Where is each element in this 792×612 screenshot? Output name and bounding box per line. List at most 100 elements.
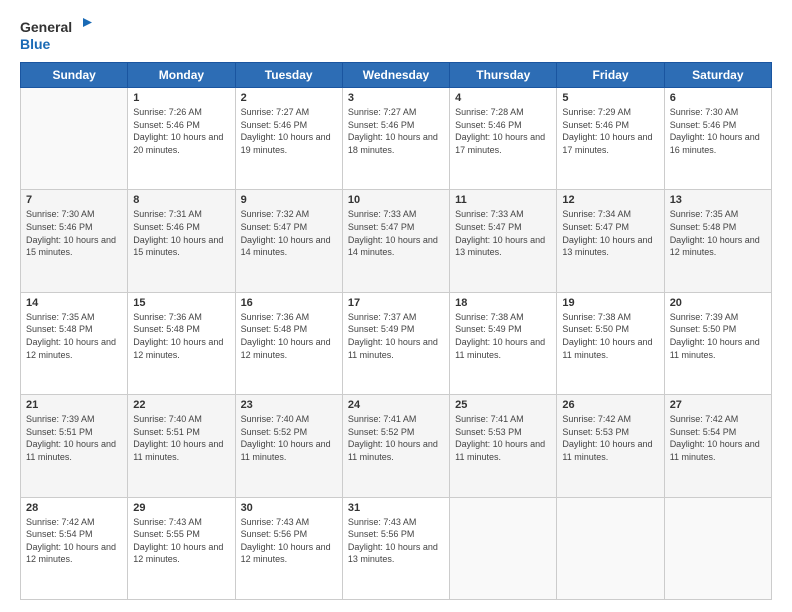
day-cell: 3 Sunrise: 7:27 AM Sunset: 5:46 PM Daylig… (342, 88, 449, 190)
day-number: 21 (26, 399, 122, 411)
day-info: Sunrise: 7:35 AM Sunset: 5:48 PM Dayligh… (670, 208, 766, 258)
day-info: Sunrise: 7:42 AM Sunset: 5:54 PM Dayligh… (26, 516, 122, 566)
day-cell: 15 Sunrise: 7:36 AM Sunset: 5:48 PM Dayli… (128, 292, 235, 394)
day-info: Sunrise: 7:29 AM Sunset: 5:46 PM Dayligh… (562, 106, 658, 156)
day-cell: 10 Sunrise: 7:33 AM Sunset: 5:47 PM Dayli… (342, 190, 449, 292)
page: General Blue SundayMondayTuesdayWednesda… (0, 0, 792, 612)
day-cell: 2Sunrise: 7:27 AM Sunset: 5:46 PM Daylig… (235, 88, 342, 190)
day-cell: 30 Sunrise: 7:43 AM Sunset: 5:56 PM Dayli… (235, 497, 342, 599)
day-number: 8 (133, 194, 229, 206)
day-number: 27 (670, 399, 766, 411)
day-number: 11 (455, 194, 551, 206)
day-info: Sunrise: 7:37 AM Sunset: 5:49 PM Dayligh… (348, 311, 444, 361)
day-info: Sunrise: 7:27 AM Sunset: 5:46 PM Dayligh… (241, 106, 337, 156)
logo-general: General (20, 19, 72, 35)
day-cell: 16 Sunrise: 7:36 AM Sunset: 5:48 PM Dayli… (235, 292, 342, 394)
day-info: Sunrise: 7:32 AM Sunset: 5:47 PM Dayligh… (241, 208, 337, 258)
day-cell: 26 Sunrise: 7:42 AM Sunset: 5:53 PM Dayli… (557, 395, 664, 497)
week-row-0: 1 Sunrise: 7:26 AM Sunset: 5:46 PM Daylig… (21, 88, 772, 190)
day-info: Sunrise: 7:34 AM Sunset: 5:47 PM Dayligh… (562, 208, 658, 258)
logo-graphic: General Blue (20, 18, 92, 52)
day-info: Sunrise: 7:40 AM Sunset: 5:52 PM Dayligh… (241, 413, 337, 463)
day-cell: 6 Sunrise: 7:30 AM Sunset: 5:46 PM Daylig… (664, 88, 771, 190)
day-number: 13 (670, 194, 766, 206)
day-info: Sunrise: 7:43 AM Sunset: 5:55 PM Dayligh… (133, 516, 229, 566)
day-number: 30 (241, 502, 337, 514)
day-cell: 24 Sunrise: 7:41 AM Sunset: 5:52 PM Dayli… (342, 395, 449, 497)
weekday-header-row: SundayMondayTuesdayWednesdayThursdayFrid… (21, 63, 772, 88)
day-cell: 31 Sunrise: 7:43 AM Sunset: 5:56 PM Dayli… (342, 497, 449, 599)
day-number: 4 (455, 92, 551, 104)
day-info: Sunrise: 7:35 AM Sunset: 5:48 PM Dayligh… (26, 311, 122, 361)
day-number: 3 (348, 92, 444, 104)
day-info: Sunrise: 7:42 AM Sunset: 5:53 PM Dayligh… (562, 413, 658, 463)
day-info: Sunrise: 7:43 AM Sunset: 5:56 PM Dayligh… (348, 516, 444, 566)
day-number: 19 (562, 297, 658, 309)
day-number: 1 (133, 92, 229, 104)
day-info: Sunrise: 7:30 AM Sunset: 5:46 PM Dayligh… (670, 106, 766, 156)
day-cell: 21Sunrise: 7:39 AM Sunset: 5:51 PM Dayli… (21, 395, 128, 497)
day-cell (21, 88, 128, 190)
day-number: 18 (455, 297, 551, 309)
day-info: Sunrise: 7:43 AM Sunset: 5:56 PM Dayligh… (241, 516, 337, 566)
day-number: 22 (133, 399, 229, 411)
logo-flag-icon (74, 18, 92, 36)
day-cell: 17 Sunrise: 7:37 AM Sunset: 5:49 PM Dayli… (342, 292, 449, 394)
week-row-2: 14 Sunrise: 7:35 AM Sunset: 5:48 PM Dayli… (21, 292, 772, 394)
day-cell: 20Sunrise: 7:39 AM Sunset: 5:50 PM Dayli… (664, 292, 771, 394)
day-cell: 22 Sunrise: 7:40 AM Sunset: 5:51 PM Dayli… (128, 395, 235, 497)
day-cell: 4 Sunrise: 7:28 AM Sunset: 5:46 PM Daylig… (450, 88, 557, 190)
day-cell: 28 Sunrise: 7:42 AM Sunset: 5:54 PM Dayli… (21, 497, 128, 599)
day-number: 23 (241, 399, 337, 411)
day-info: Sunrise: 7:41 AM Sunset: 5:53 PM Dayligh… (455, 413, 551, 463)
logo-blue: Blue (20, 36, 50, 52)
day-number: 20 (670, 297, 766, 309)
day-cell: 14 Sunrise: 7:35 AM Sunset: 5:48 PM Dayli… (21, 292, 128, 394)
day-number: 26 (562, 399, 658, 411)
weekday-header-wednesday: Wednesday (342, 63, 449, 88)
day-number: 29 (133, 502, 229, 514)
day-number: 15 (133, 297, 229, 309)
day-number: 6 (670, 92, 766, 104)
day-cell (450, 497, 557, 599)
day-cell: 9Sunrise: 7:32 AM Sunset: 5:47 PM Daylig… (235, 190, 342, 292)
day-cell: 7Sunrise: 7:30 AM Sunset: 5:46 PM Daylig… (21, 190, 128, 292)
day-number: 24 (348, 399, 444, 411)
day-info: Sunrise: 7:28 AM Sunset: 5:46 PM Dayligh… (455, 106, 551, 156)
day-number: 14 (26, 297, 122, 309)
logo: General Blue (20, 18, 92, 52)
weekday-header-monday: Monday (128, 63, 235, 88)
header: General Blue (20, 18, 772, 52)
day-cell: 13 Sunrise: 7:35 AM Sunset: 5:48 PM Dayli… (664, 190, 771, 292)
day-info: Sunrise: 7:30 AM Sunset: 5:46 PM Dayligh… (26, 208, 122, 258)
day-number: 16 (241, 297, 337, 309)
day-info: Sunrise: 7:36 AM Sunset: 5:48 PM Dayligh… (241, 311, 337, 361)
day-number: 10 (348, 194, 444, 206)
day-cell: 8 Sunrise: 7:31 AM Sunset: 5:46 PM Daylig… (128, 190, 235, 292)
week-row-4: 28 Sunrise: 7:42 AM Sunset: 5:54 PM Dayli… (21, 497, 772, 599)
weekday-header-saturday: Saturday (664, 63, 771, 88)
weekday-header-thursday: Thursday (450, 63, 557, 88)
weekday-header-friday: Friday (557, 63, 664, 88)
day-cell: 12Sunrise: 7:34 AM Sunset: 5:47 PM Dayli… (557, 190, 664, 292)
day-number: 28 (26, 502, 122, 514)
week-row-3: 21Sunrise: 7:39 AM Sunset: 5:51 PM Dayli… (21, 395, 772, 497)
day-cell: 25Sunrise: 7:41 AM Sunset: 5:53 PM Dayli… (450, 395, 557, 497)
day-number: 31 (348, 502, 444, 514)
day-cell (557, 497, 664, 599)
day-cell: 5Sunrise: 7:29 AM Sunset: 5:46 PM Daylig… (557, 88, 664, 190)
day-cell: 19 Sunrise: 7:38 AM Sunset: 5:50 PM Dayli… (557, 292, 664, 394)
calendar-table: SundayMondayTuesdayWednesdayThursdayFrid… (20, 62, 772, 600)
day-info: Sunrise: 7:33 AM Sunset: 5:47 PM Dayligh… (348, 208, 444, 258)
day-info: Sunrise: 7:27 AM Sunset: 5:46 PM Dayligh… (348, 106, 444, 156)
day-number: 17 (348, 297, 444, 309)
day-info: Sunrise: 7:26 AM Sunset: 5:46 PM Dayligh… (133, 106, 229, 156)
day-info: Sunrise: 7:38 AM Sunset: 5:50 PM Dayligh… (562, 311, 658, 361)
day-info: Sunrise: 7:40 AM Sunset: 5:51 PM Dayligh… (133, 413, 229, 463)
weekday-header-sunday: Sunday (21, 63, 128, 88)
day-cell: 23 Sunrise: 7:40 AM Sunset: 5:52 PM Dayli… (235, 395, 342, 497)
day-info: Sunrise: 7:31 AM Sunset: 5:46 PM Dayligh… (133, 208, 229, 258)
day-info: Sunrise: 7:36 AM Sunset: 5:48 PM Dayligh… (133, 311, 229, 361)
day-info: Sunrise: 7:41 AM Sunset: 5:52 PM Dayligh… (348, 413, 444, 463)
day-cell (664, 497, 771, 599)
